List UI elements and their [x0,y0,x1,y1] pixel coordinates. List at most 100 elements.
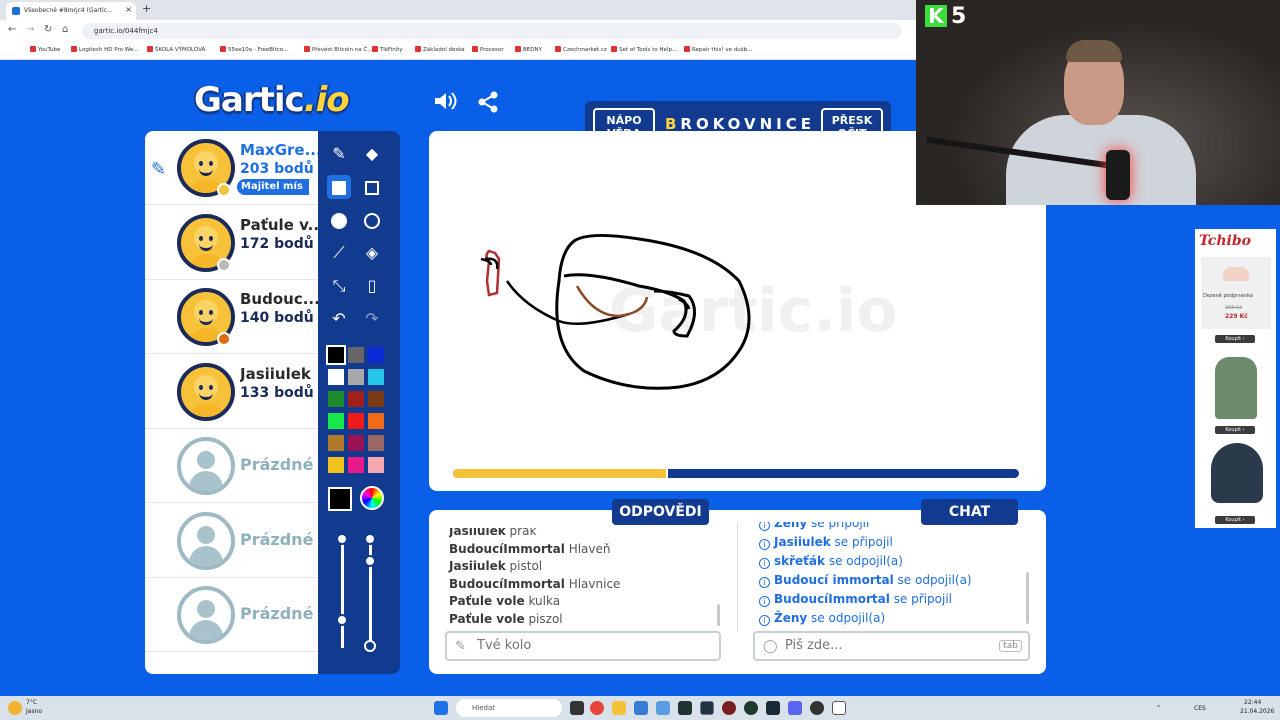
reload-icon[interactable]: ↻ [44,24,52,35]
back-icon[interactable]: ← [8,24,16,35]
tray-date[interactable]: 21.04.2026 [1240,708,1274,715]
chat-bubble-icon: ◯ [763,639,778,654]
fill-bucket-tool-icon[interactable]: ◈ [360,241,384,265]
opacity-slider-knob-2[interactable] [364,555,376,567]
line-tool-icon[interactable]: ⟋ [327,241,351,265]
bookmark-item[interactable]: Základní deska [415,46,465,53]
color-swatch[interactable] [348,391,364,407]
app-icon-2[interactable] [656,701,670,715]
current-color-swatch [328,487,352,511]
chat-text: se odpojil(a) [811,611,886,625]
home-icon[interactable]: ⌂ [62,24,68,35]
color-swatch[interactable] [328,369,344,385]
color-swatch[interactable] [368,435,384,451]
color-swatch[interactable] [348,369,364,385]
opacity-slider-end [364,640,376,652]
app-icon-4[interactable] [700,701,714,715]
taskbar-search[interactable]: Hledat [456,699,562,717]
opacity-slider-knob[interactable] [364,533,376,545]
answers-scrollbar[interactable] [717,604,720,626]
close-tab-icon[interactable]: × [125,5,132,14]
eyedropper-tool-icon[interactable]: ⤡ [327,274,351,298]
bookmark-item[interactable]: TikFinity [372,46,403,53]
bookmark-item[interactable]: Převést Bitcoin na Č... [304,46,372,53]
undo-tool-icon[interactable]: ↶ [327,307,351,331]
bookmark-item[interactable]: BEDNY [515,46,542,53]
player-row: Jasiiulek 133 bodů [145,355,318,429]
bookmark-label: BEDNY [523,47,542,53]
redo-tool-icon[interactable]: ↷ [360,307,384,331]
color-swatch[interactable] [368,369,384,385]
filled-circle-tool-icon[interactable] [327,208,351,232]
start-icon[interactable] [434,701,448,715]
bookmark-item[interactable]: YouTube [30,46,60,53]
color-swatch[interactable] [328,413,344,429]
speaker-icon[interactable] [433,90,459,114]
app-icon-7[interactable] [810,701,824,715]
color-swatch[interactable] [328,457,344,473]
size-slider-knob-2[interactable] [336,614,348,626]
task-view-icon[interactable] [570,701,584,715]
bookmark-label: Logitech HD Pro We... [79,47,139,53]
ad-item-text: Dezeně podprsenka [1203,293,1253,299]
explorer-icon[interactable] [612,701,626,715]
color-swatch[interactable] [348,457,364,473]
share-icon[interactable] [475,90,501,114]
browser-tab[interactable]: Všeobecné #8mrjc4 (Gartic... × [6,2,136,20]
app-icon-3[interactable] [678,701,692,715]
color-swatch[interactable] [368,347,384,363]
color-swatch[interactable] [328,435,344,451]
bookmark-item[interactable]: Repair this! ve dušb... [684,46,752,53]
chat-input[interactable] [785,638,985,653]
page-tool-icon[interactable]: ▯ [360,274,384,298]
bookmark-item[interactable]: 55ee10o - FreeBitco... [220,46,288,53]
ad-old-price: 399 Kč [1225,305,1243,311]
tchibo-ad[interactable]: Tchibo Dezeně podprsenka 399 Kč 229 Kč K… [1195,229,1276,528]
answer-user: Jasiiulek [449,559,506,573]
color-swatch[interactable] [348,347,364,363]
tray-chevron-icon[interactable]: ^ [1156,705,1161,712]
steam-icon[interactable] [766,701,780,715]
color-swatch[interactable] [368,391,384,407]
color-swatch[interactable] [348,435,364,451]
color-swatch[interactable] [348,413,364,429]
size-slider-track[interactable] [341,542,344,648]
size-slider-knob[interactable] [336,533,348,545]
app-icon-1[interactable] [634,701,648,715]
tray-time[interactable]: 22:44 [1244,699,1261,706]
discord-icon[interactable] [788,701,802,715]
rect-tool-icon[interactable] [360,175,384,199]
bookmark-item[interactable]: Czechmarket.cz [555,46,607,53]
pencil-tool-icon[interactable]: ✎ [327,142,351,166]
app-icon-6[interactable] [744,701,758,715]
url-field[interactable]: gartic.io/044fmjc4 [82,23,902,39]
color-swatch[interactable] [328,391,344,407]
app-icon-5[interactable] [722,701,736,715]
ad-buy-button-3[interactable]: Koupit › [1215,516,1255,524]
chrome-icon[interactable] [590,701,604,715]
app-icon-8[interactable] [832,701,846,715]
color-wheel-icon[interactable] [360,486,384,510]
filled-rect-tool-icon[interactable] [327,175,351,199]
chat-line: i BudoucíImmortal se připojil [759,592,952,607]
color-swatch[interactable] [368,413,384,429]
ad-buy-button-1[interactable]: Koupit › [1215,335,1255,343]
chat-tab[interactable]: CHAT [921,499,1018,525]
weather-icon[interactable] [8,701,22,715]
forward-icon[interactable]: → [26,24,34,35]
circle-tool-icon[interactable] [360,208,384,232]
chat-scrollbar[interactable] [1026,572,1029,624]
answers-tab[interactable]: ODPOVĚDI [612,499,709,525]
answer-input[interactable] [477,638,677,653]
gartic-logo[interactable]: Gartic.io [194,80,350,120]
color-swatch[interactable] [326,345,346,365]
color-swatch[interactable] [368,457,384,473]
bookmark-item[interactable]: ŠKOLA VÝMOLOVÁ [147,46,205,53]
bookmark-item[interactable]: Procesor [472,46,504,53]
tray-lang[interactable]: CES [1194,705,1206,712]
bookmark-item[interactable]: Set of Tools to Help... [611,46,677,53]
ad-buy-button-2[interactable]: Koupit › [1215,426,1255,434]
new-tab-button[interactable]: + [142,2,151,15]
bookmark-item[interactable]: Logitech HD Pro We... [71,46,139,53]
eraser-tool-icon[interactable]: ◆ [360,142,384,166]
